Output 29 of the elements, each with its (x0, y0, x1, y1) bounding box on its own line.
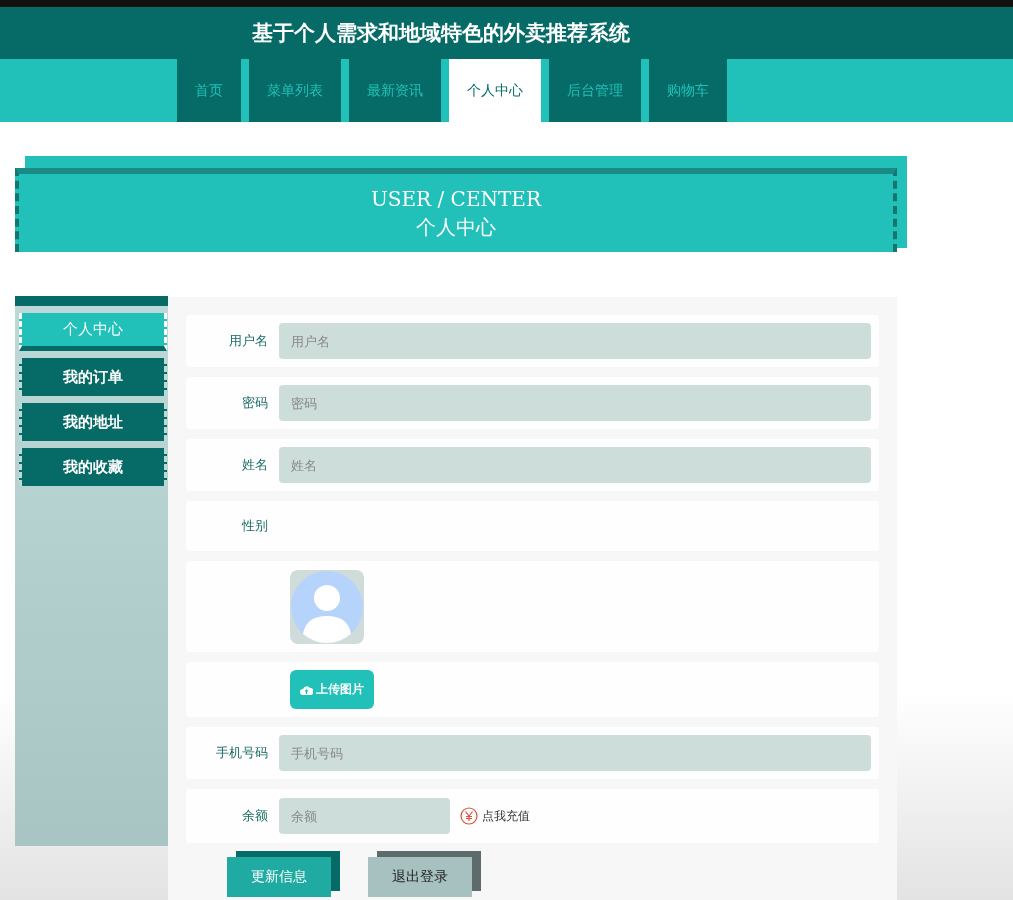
field-label: 手机号码 (215, 744, 269, 762)
sidebar-item[interactable]: 我的收藏 (19, 448, 167, 486)
nav-tab[interactable]: 首页 (177, 59, 241, 122)
avatar-icon[interactable] (290, 569, 364, 644)
banner-title: USER / CENTER (370, 186, 542, 213)
input-field[interactable]: 姓名 (279, 447, 871, 483)
nav-tab[interactable]: 个人中心 (449, 59, 541, 122)
banner-subtitle: 个人中心 (416, 214, 496, 241)
nav-tab[interactable]: 菜单列表 (249, 59, 341, 122)
nav-tab[interactable]: 后台管理 (549, 59, 641, 122)
field-label: 余额 (241, 807, 269, 825)
input-field[interactable]: 手机号码 (279, 735, 871, 771)
input-field[interactable]: 用户名 (279, 323, 871, 359)
field-label: 密码 (241, 394, 269, 412)
input-field[interactable]: 密码 (279, 385, 871, 421)
cloud-upload-icon (300, 684, 313, 695)
sidebar-item[interactable]: 个人中心 (19, 313, 167, 351)
field-label: 姓名 (241, 456, 269, 474)
sidebar-item[interactable]: 我的地址 (19, 403, 167, 441)
sidebar-item[interactable]: 我的订单 (19, 358, 167, 396)
yen-icon (460, 807, 478, 825)
field-label: 性别 (241, 517, 269, 535)
nav-tab[interactable]: 最新资讯 (349, 59, 441, 122)
nav-tab[interactable]: 购物车 (649, 59, 727, 122)
recharge-link[interactable]: 点我充值 (460, 807, 530, 825)
site-title: 基于个人需求和地域特色的外卖推荐系统 (252, 20, 630, 47)
input-field[interactable]: 余额 (279, 798, 450, 834)
upload-button[interactable]: 上传图片 (290, 670, 374, 709)
field-label: 用户名 (228, 332, 269, 350)
